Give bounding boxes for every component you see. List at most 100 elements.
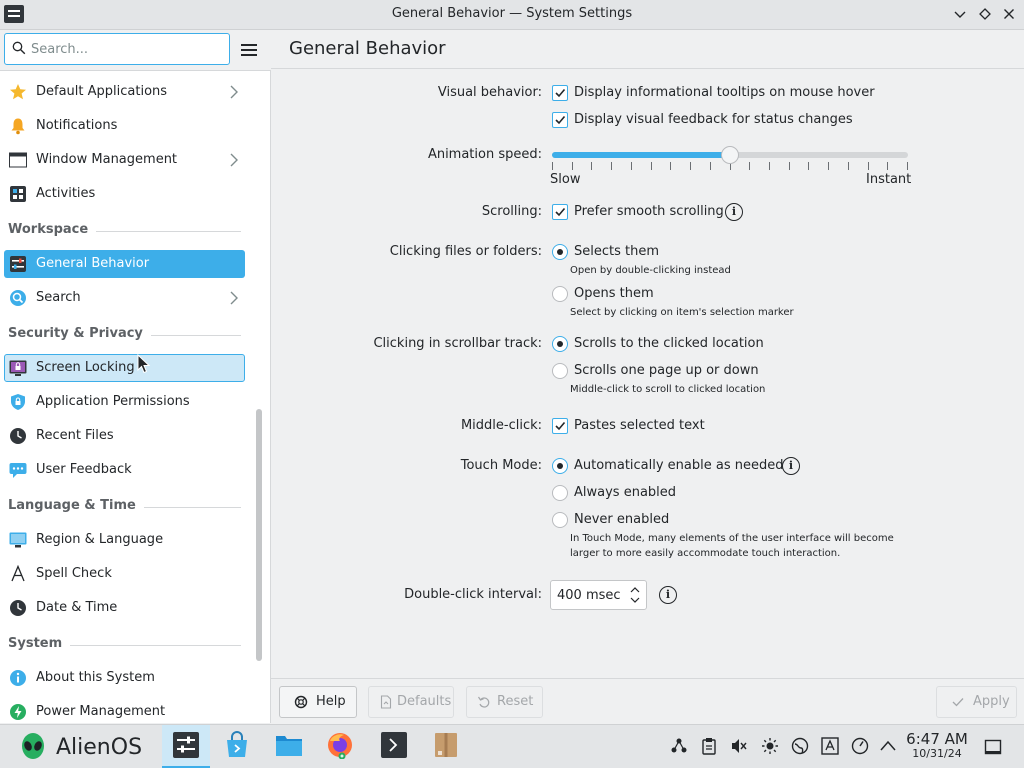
slider-tick	[847, 162, 849, 170]
sidebar-item-recent-files[interactable]: Recent Files	[4, 422, 245, 450]
animation-speed-slider[interactable]	[552, 146, 908, 172]
task-file-manager[interactable]	[265, 725, 313, 768]
chevron-right-icon	[230, 153, 238, 167]
slider-tick	[768, 162, 770, 170]
slider-tick	[907, 162, 908, 170]
scrolls-one-page-radio[interactable]	[552, 363, 568, 379]
sidebar-item-notifications[interactable]: Notifications	[4, 112, 245, 140]
reset-icon	[478, 696, 490, 708]
sidebar-item-power-management[interactable]: Power Management	[4, 698, 245, 723]
touch-mode-hint-line2: larger to more easily accommodate touch …	[570, 548, 841, 559]
apply-button[interactable]: Apply	[936, 686, 1017, 718]
tooltips-label[interactable]: Display informational tooltips on mouse …	[574, 85, 875, 100]
search-input[interactable]	[31, 38, 221, 60]
task-system-settings[interactable]	[162, 725, 210, 768]
opens-them-label[interactable]: Opens them	[574, 286, 654, 301]
sidebar-item-search[interactable]: Search	[4, 284, 245, 312]
scrolls-one-page-label[interactable]: Scrolls one page up or down	[574, 363, 759, 378]
document-icon	[380, 695, 392, 709]
sidebar-item-general-behavior[interactable]: General Behavior	[4, 250, 245, 278]
digital-clock[interactable]: 6:47 AM 10/31/24	[902, 730, 972, 760]
bell-icon	[11, 118, 25, 135]
sidebar-item-label: Power Management	[36, 704, 166, 719]
clock-icon	[10, 600, 26, 616]
volume-muted-icon[interactable]	[730, 737, 748, 755]
maximize-button[interactable]	[975, 4, 995, 24]
section-label: Workspace	[8, 222, 97, 237]
sidebar-item-activities[interactable]: Activities	[4, 180, 245, 208]
task-firefox[interactable]	[316, 725, 364, 768]
touch-always-label[interactable]: Always enabled	[574, 485, 676, 500]
show-desktop-icon[interactable]	[984, 738, 1002, 756]
network-globe-icon[interactable]	[791, 737, 809, 755]
launcher-label: AlienOS	[56, 735, 143, 760]
visual-feedback-label[interactable]: Display visual feedback for status chang…	[574, 112, 853, 127]
minimize-button[interactable]	[950, 4, 970, 24]
checkmark-icon	[555, 421, 566, 431]
selects-them-radio[interactable]	[552, 244, 568, 260]
sidebar-scrollbar[interactable]	[250, 70, 271, 723]
chevron-up-icon[interactable]	[879, 737, 897, 755]
touch-never-label[interactable]: Never enabled	[574, 512, 669, 527]
slider-tick	[552, 162, 553, 170]
sidebar-item-window-management[interactable]: Window Management	[4, 146, 245, 174]
hamburger-menu-button[interactable]	[238, 39, 260, 61]
search-field[interactable]	[4, 33, 230, 65]
opens-them-radio[interactable]	[552, 286, 568, 302]
section-label: Security & Privacy	[8, 326, 151, 341]
region-icon	[9, 532, 27, 548]
double-click-interval-label: Double-click interval:	[404, 587, 542, 602]
info-icon[interactable]: i	[782, 457, 800, 475]
clipboard-icon[interactable]	[700, 737, 718, 755]
slider-handle[interactable]	[721, 146, 739, 164]
sidebar-item-spell-check[interactable]: Spell Check	[4, 560, 245, 588]
brightness-icon[interactable]	[761, 737, 779, 755]
smooth-scrolling-label[interactable]: Prefer smooth scrolling	[574, 204, 724, 219]
touch-never-radio[interactable]	[552, 512, 568, 528]
search-icon	[12, 41, 26, 55]
scrollbar-thumb[interactable]	[256, 409, 262, 661]
scrolling-label: Scrolling:	[481, 204, 542, 219]
task-discover-store[interactable]	[213, 725, 261, 768]
info-icon[interactable]: i	[725, 203, 743, 221]
task-terminal[interactable]	[370, 725, 418, 768]
sidebar-item-application-permissions[interactable]: Application Permissions	[4, 388, 245, 416]
pastes-selected-label[interactable]: Pastes selected text	[574, 418, 705, 433]
smooth-scrolling-checkbox[interactable]	[552, 204, 568, 220]
reset-button[interactable]: Reset	[466, 686, 543, 718]
sidebar-item-screen-locking[interactable]: Screen Locking	[4, 354, 245, 382]
info-icon[interactable]: i	[659, 586, 677, 604]
defaults-button[interactable]: Defaults	[368, 686, 454, 718]
sidebar-item-about-this-system[interactable]: About this System	[4, 664, 245, 692]
touch-auto-label[interactable]: Automatically enable as needed	[574, 458, 784, 473]
power-profile-icon[interactable]	[851, 737, 869, 755]
touch-always-radio[interactable]	[552, 485, 568, 501]
task-archive[interactable]	[422, 725, 470, 768]
sidebar-item-user-feedback[interactable]: User Feedback	[4, 456, 245, 484]
scrolls-to-location-label[interactable]: Scrolls to the clicked location	[574, 336, 764, 351]
screen-lock-icon	[9, 360, 27, 376]
visual-feedback-checkbox[interactable]	[552, 112, 568, 128]
scrolls-to-location-radio[interactable]	[552, 336, 568, 352]
system-settings-icon	[173, 732, 199, 758]
window-icon	[9, 152, 27, 168]
sidebar-item-default-applications[interactable]: Default Applications	[4, 78, 245, 106]
touch-mode-hint-line1: In Touch Mode, many elements of the user…	[570, 533, 894, 544]
help-button[interactable]: Help	[279, 686, 357, 718]
settings-icon	[10, 256, 26, 272]
network-share-icon[interactable]	[670, 737, 688, 755]
pastes-selected-checkbox[interactable]	[552, 418, 568, 434]
sidebar-item-region-language[interactable]: Region & Language	[4, 526, 245, 554]
sidebar-item-label: Date & Time	[36, 600, 118, 615]
spin-arrows-icon[interactable]	[628, 583, 642, 607]
slider-tick	[630, 162, 632, 170]
close-button[interactable]	[999, 4, 1019, 24]
double-click-interval-spinbox[interactable]: 400 msec	[550, 580, 647, 610]
sidebar-item-date-time[interactable]: Date & Time	[4, 594, 245, 622]
tooltips-checkbox[interactable]	[552, 85, 568, 101]
selects-them-label[interactable]: Selects them	[574, 244, 659, 259]
input-method-icon[interactable]	[821, 737, 839, 755]
taskbar: AlienOS 6:47 AM 10/31/24	[0, 724, 1024, 768]
checkmark-icon	[555, 115, 566, 125]
touch-auto-radio[interactable]	[552, 458, 568, 474]
